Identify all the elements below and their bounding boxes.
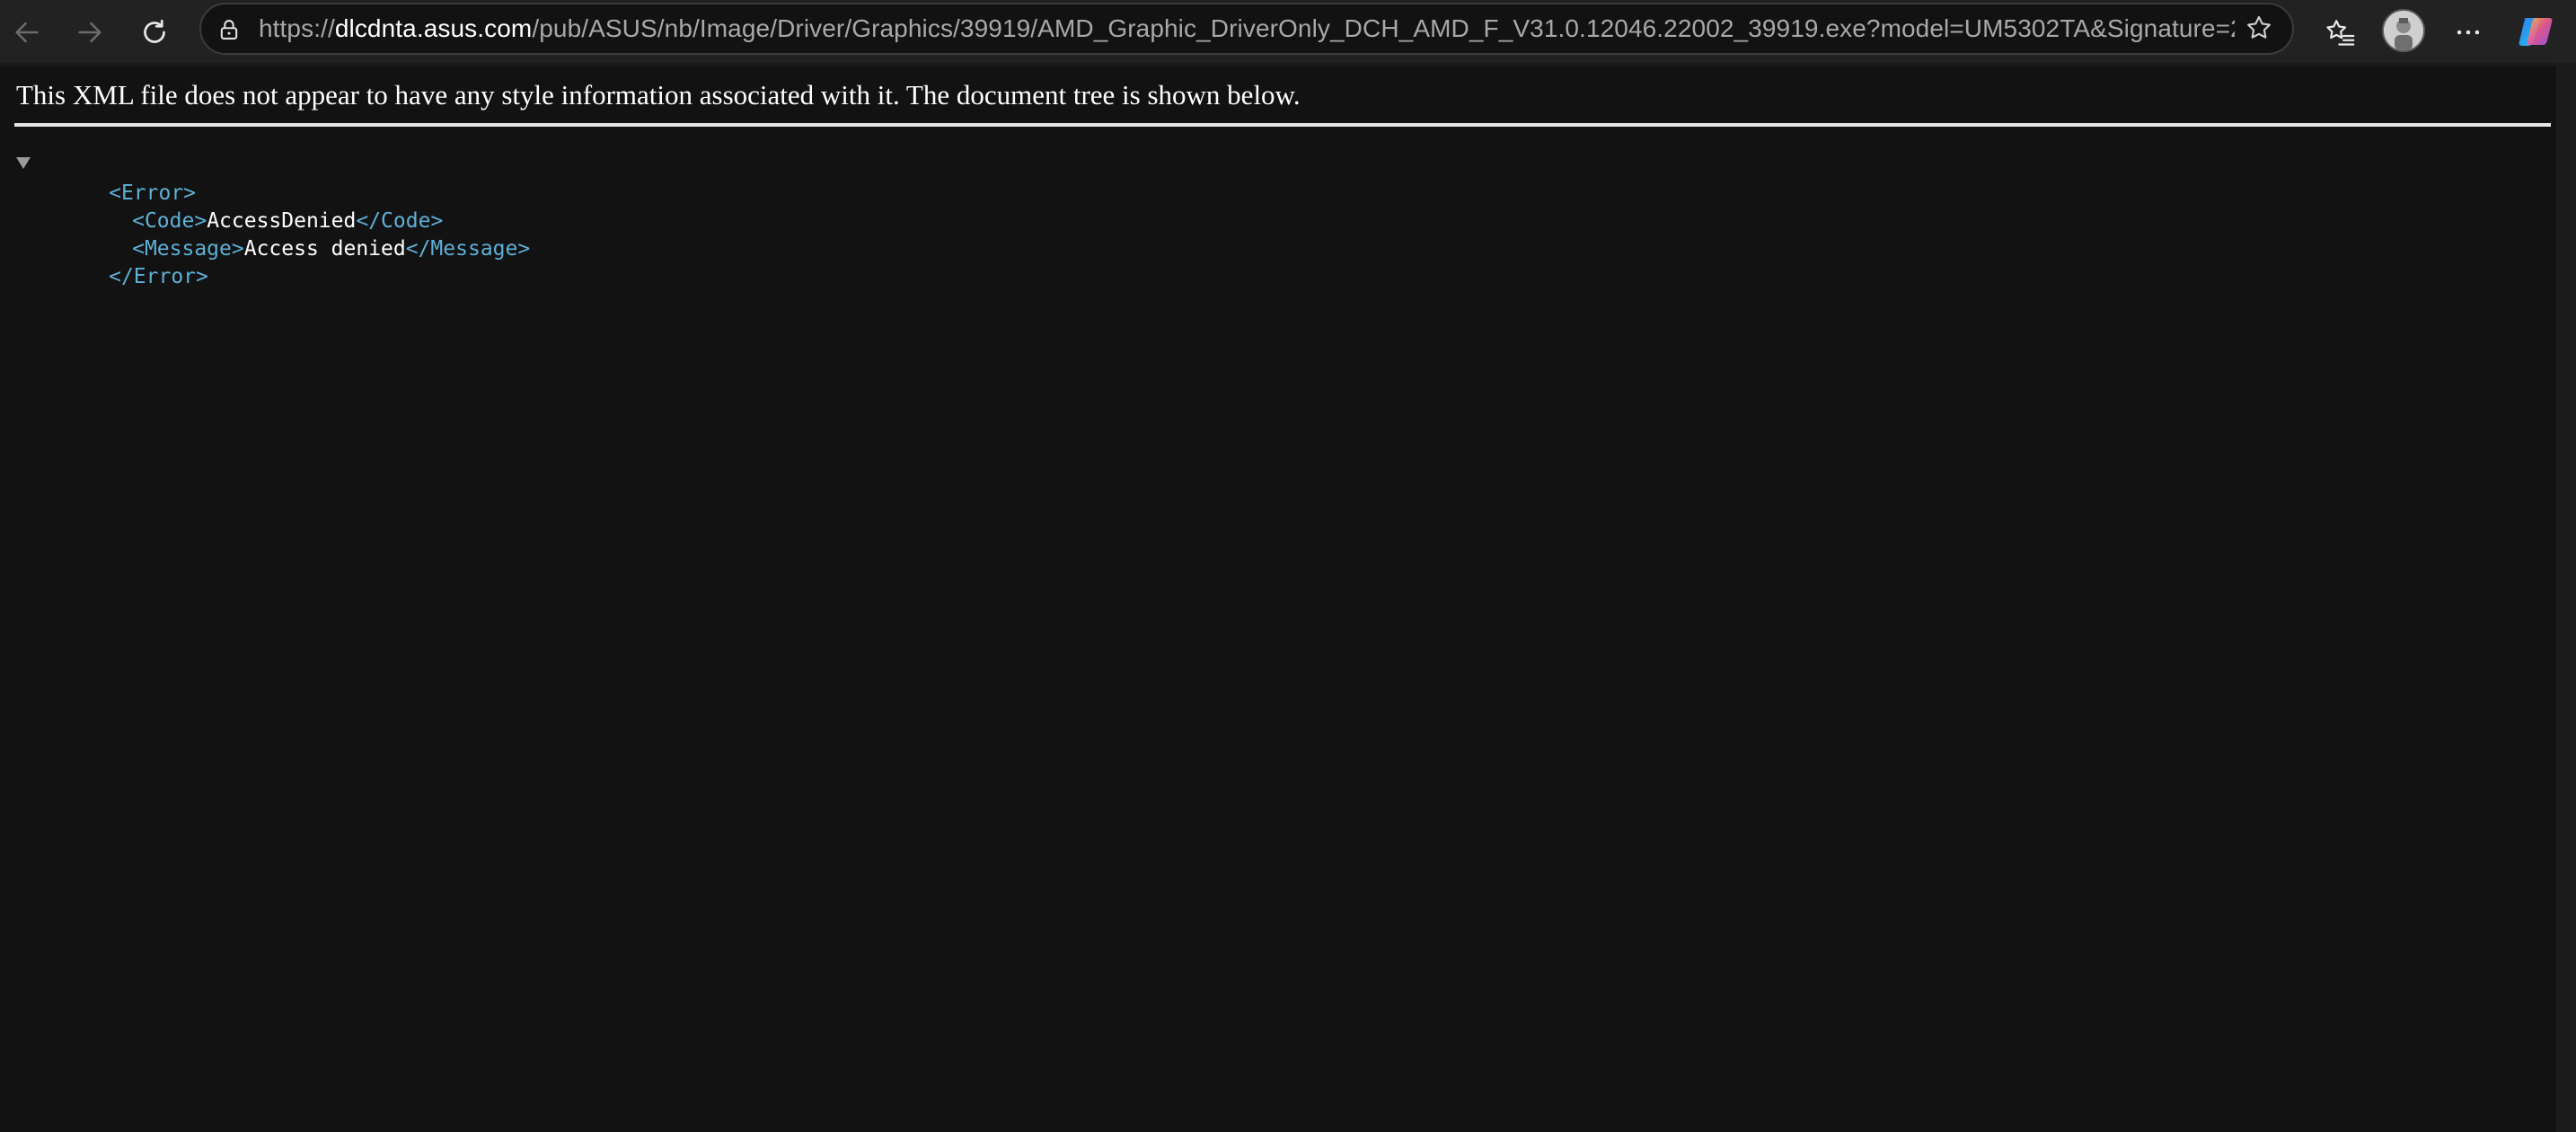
notice-divider <box>14 123 2551 127</box>
refresh-button[interactable] <box>131 9 178 56</box>
arrow-left-icon <box>12 17 42 48</box>
arrow-right-icon <box>75 17 105 48</box>
url-host: dlcdnta.asus.com <box>334 14 533 42</box>
more-options-button[interactable] <box>2445 9 2492 56</box>
favorites-button[interactable] <box>2317 9 2364 56</box>
xml-document-tree: <Error> <Code>AccessDenied</Code> <Messa… <box>14 152 530 288</box>
refresh-icon <box>138 16 171 49</box>
url-path: /pub/ASUS/nb/Image/Driver/Graphics/39919… <box>532 14 2235 42</box>
xml-style-notice: This XML file does not appear to have an… <box>16 79 1301 111</box>
favorites-icon <box>2324 15 2358 49</box>
xml-message-line: <Message>Access denied</Message> <box>14 208 530 261</box>
star-icon <box>2244 13 2274 48</box>
address-bar[interactable]: https://dlcdnta.asus.com/pub/ASUS/nb/Ima… <box>199 3 2294 55</box>
back-button[interactable] <box>4 9 50 56</box>
xml-error-close-line: </Error> <box>14 235 530 288</box>
url-text[interactable]: https://dlcdnta.asus.com/pub/ASUS/nb/Ima… <box>259 4 2235 53</box>
window-right-edge <box>2556 63 2576 1132</box>
page-content: This XML file does not appear to have an… <box>0 66 2556 1132</box>
xml-tag-error-close: </Error> <box>109 265 208 288</box>
favorite-star-button[interactable] <box>2242 13 2276 47</box>
xml-error-open-line: <Error> <box>14 152 530 205</box>
collapse-triangle-icon[interactable] <box>16 157 31 169</box>
avatar[interactable] <box>2382 9 2425 52</box>
copilot-icon <box>2515 18 2556 56</box>
forward-button[interactable] <box>66 9 113 56</box>
copilot-button[interactable] <box>2515 11 2556 52</box>
lock-icon[interactable] <box>214 14 244 45</box>
browser-toolbar: https://dlcdnta.asus.com/pub/ASUS/nb/Ima… <box>0 0 2576 63</box>
url-prefix: https:// <box>259 14 335 42</box>
more-icon <box>2453 17 2483 48</box>
xml-code-line: <Code>AccessDenied</Code> <box>14 180 530 233</box>
